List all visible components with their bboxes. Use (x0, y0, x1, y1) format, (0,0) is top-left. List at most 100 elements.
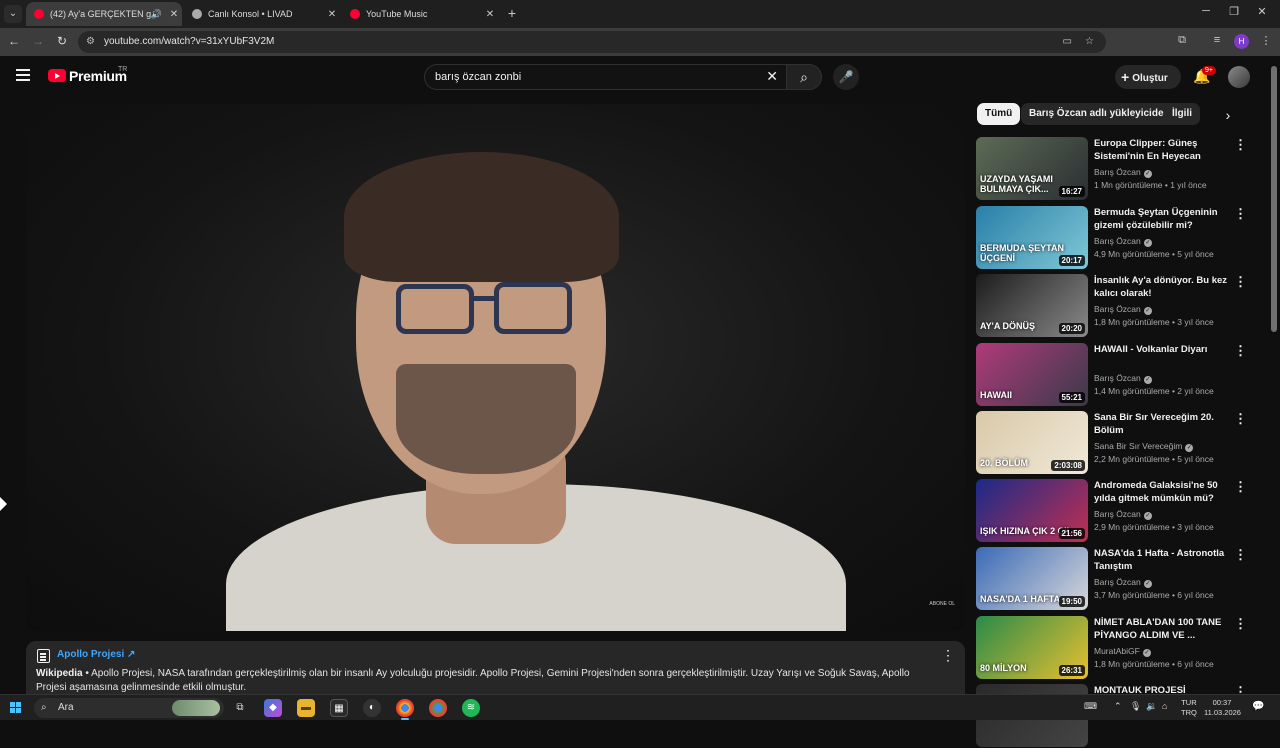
youtube-logo-icon[interactable] (48, 69, 66, 82)
more-options-icon[interactable]: ⋮ (1234, 479, 1247, 495)
speaker-icon[interactable]: 🔊 (151, 9, 162, 20)
recommended-video[interactable]: UZAYDA YAŞAMI BULMAYA ÇIK... 16:27 Europa … (976, 137, 1266, 201)
search-query[interactable]: barış özcan zonbi (435, 71, 521, 83)
search-input[interactable]: barış özcan zonbi ✕ (424, 64, 786, 90)
address-bar[interactable]: ⚙ youtube.com/watch?v=31xYUbF3V2M ▭ ☆ (78, 31, 1106, 53)
search-button[interactable]: ⌕ (786, 64, 822, 90)
chrome-icon[interactable] (396, 699, 414, 720)
recommended-video[interactable]: 80 MİLYON 26:31 NİMET ABLA'DAN 100 TANE Pİ… (976, 616, 1266, 680)
chip-all[interactable]: Tümü (977, 103, 1021, 125)
channel-name[interactable]: MuratAbiGF ✓ (1094, 646, 1151, 657)
copilot-icon[interactable]: ◆ (264, 699, 282, 717)
channel-name[interactable]: Barış Özcan ✓ (1094, 236, 1152, 247)
close-window-icon[interactable]: ✕ (1252, 5, 1272, 18)
video-thumbnail[interactable]: AY'A DÖNÜŞ 20:20 (976, 274, 1088, 337)
account-avatar[interactable] (1228, 66, 1250, 88)
more-options-icon[interactable]: ⋮ (941, 647, 955, 664)
more-options-icon[interactable]: ⋮ (1234, 274, 1247, 290)
recommended-video[interactable]: 20. BÖLÜM 2:03:08 Sana Bir Sır Vereceğim 2… (976, 411, 1266, 475)
subscribe-watermark[interactable]: ABONE OL (929, 601, 955, 607)
profile-avatar[interactable]: H (1234, 34, 1249, 49)
voice-search-mic-icon[interactable]: 🎤 (833, 64, 859, 90)
video-thumbnail[interactable]: UZAYDA YAŞAMI BULMAYA ÇIK... 16:27 (976, 137, 1088, 200)
channel-name[interactable]: Barış Özcan ✓ (1094, 373, 1152, 384)
clear-search-icon[interactable]: ✕ (766, 68, 778, 85)
video-thumbnail[interactable]: 20. BÖLÜM 2:03:08 (976, 411, 1088, 474)
extensions-icon[interactable]: ⧉ (1173, 34, 1191, 47)
video-title[interactable]: Europa Clipper: Güneş Sistemi'nin En Hey… (1094, 137, 1228, 164)
channel-name[interactable]: Barış Özcan ✓ (1094, 304, 1152, 315)
clock[interactable]: 00:37 11.03.2026 (1204, 698, 1241, 718)
video-title[interactable]: HAWAII - Volkanlar Diyarı (1094, 343, 1228, 356)
media-queue-icon[interactable]: ≡ (1208, 34, 1226, 46)
video-title[interactable]: Sana Bir Sır Vereceğim 20. Bölüm (1094, 411, 1228, 437)
network-icon[interactable]: ⌂ (1162, 701, 1167, 711)
video-title[interactable]: NİMET ABLA'DAN 100 TANE PİYANGO ALDIM VE… (1094, 616, 1228, 642)
bookmark-star-icon[interactable]: ☆ (1085, 31, 1094, 53)
video-title[interactable]: İnsanlık Ay'a dönüyor. Bu kez kalıcı ola… (1094, 274, 1228, 300)
site-info-icon[interactable]: ⚙ (86, 31, 95, 53)
volume-icon[interactable]: 🔉 (1146, 701, 1157, 712)
recommended-video[interactable]: NASA'DA 1 HAFTA 19:50 NASA'da 1 Hafta - As… (976, 547, 1266, 611)
more-options-icon[interactable]: ⋮ (1234, 411, 1247, 427)
notification-center-icon[interactable]: 💬 (1252, 701, 1264, 712)
recommended-video[interactable]: BERMUDA ŞEYTAN ÜÇGENİ 20:17 Bermuda Şeytan… (976, 206, 1266, 270)
recommended-video[interactable]: IŞIK HIZINA ÇIK 2 ÇIL 21:56 Andromeda Gala… (976, 479, 1266, 543)
page-scrollbar[interactable] (1271, 66, 1277, 332)
app-icon[interactable]: ◐ (363, 699, 381, 717)
tab-youtube-music[interactable]: YouTube Music ✕ (342, 2, 498, 26)
cast-icon[interactable]: ▭ (1063, 31, 1072, 53)
tab-canli-konsol[interactable]: Canlı Konsol • LIVAD ✕ (184, 2, 340, 26)
video-thumbnail[interactable]: 80 MİLYON 26:31 (976, 616, 1088, 679)
tab-youtube-video[interactable]: (42) Ay'a GERÇEKTEN gidildi mi? 🔊 ✕ (26, 2, 182, 26)
chip-from-uploader[interactable]: Barış Özcan adlı yükleyiciden (1021, 103, 1178, 125)
create-button[interactable]: + Oluştur (1115, 65, 1181, 89)
channel-name[interactable]: Barış Özcan ✓ (1094, 167, 1152, 178)
video-title[interactable]: Bermuda Şeytan Üçgeninin gizemi çözülebi… (1094, 206, 1228, 232)
tab-search-icon[interactable]: ⌄ (4, 5, 22, 23)
browser-toolbar: ← → ↻ ⚙ youtube.com/watch?v=31xYUbF3V2M … (0, 28, 1280, 56)
browser-menu-icon[interactable]: ⋮ (1257, 34, 1275, 47)
video-thumbnail[interactable]: NASA'DA 1 HAFTA 19:50 (976, 547, 1088, 610)
more-options-icon[interactable]: ⋮ (1234, 616, 1247, 632)
keyboard-icon[interactable]: ⌨ (1084, 701, 1097, 712)
close-tab-icon[interactable]: ✕ (324, 9, 340, 20)
video-player[interactable]: ABONE OL (26, 104, 965, 631)
video-title[interactable]: Andromeda Galaksisi'ne 50 yılda gitmek m… (1094, 479, 1228, 505)
minimize-icon[interactable]: ─ (1196, 5, 1216, 17)
info-panel-link[interactable]: Apollo Projesi ↗ (57, 649, 135, 660)
restore-icon[interactable]: ❐ (1224, 5, 1244, 18)
video-thumbnail[interactable]: IŞIK HIZINA ÇIK 2 ÇIL 21:56 (976, 479, 1088, 542)
windows-start-icon[interactable] (10, 702, 22, 714)
channel-name[interactable]: Barış Özcan ✓ (1094, 509, 1152, 520)
video-thumbnail[interactable]: HAWAII 55:21 (976, 343, 1088, 406)
more-options-icon[interactable]: ⋮ (1234, 547, 1247, 563)
close-tab-icon[interactable]: ✕ (482, 9, 498, 20)
taskbar-search[interactable]: ⌕ Ara (34, 698, 224, 718)
spotify-icon[interactable]: ≋ (462, 699, 480, 717)
back-arrow-icon[interactable]: ← (6, 34, 22, 48)
channel-name[interactable]: Sana Bir Sır Vereceğim ✓ (1094, 441, 1194, 452)
task-view-icon[interactable]: ⧉ (231, 699, 249, 717)
reload-icon[interactable]: ↻ (54, 34, 70, 48)
video-thumbnail[interactable]: BERMUDA ŞEYTAN ÜÇGENİ 20:17 (976, 206, 1088, 269)
more-options-icon[interactable]: ⋮ (1234, 343, 1247, 359)
close-tab-icon[interactable]: ✕ (166, 9, 182, 20)
chevron-right-icon[interactable]: › (1218, 107, 1238, 123)
chip-related[interactable]: İlgili (1164, 103, 1200, 125)
video-title[interactable]: NASA'da 1 Hafta - Astronotla Tanıştım (1094, 547, 1228, 573)
tray-chevron-icon[interactable]: ⌃ (1114, 701, 1122, 712)
chrome-profile-icon[interactable] (429, 699, 447, 717)
recommended-video[interactable]: AY'A DÖNÜŞ 20:20 İnsanlık Ay'a dönüyor. Bu… (976, 274, 1266, 338)
input-language[interactable]: TUR TRQ (1181, 698, 1197, 718)
forward-arrow-icon[interactable]: → (30, 34, 46, 48)
microsoft-store-icon[interactable]: ▦ (330, 699, 348, 717)
channel-name[interactable]: Barış Özcan ✓ (1094, 577, 1152, 588)
more-options-icon[interactable]: ⋮ (1234, 137, 1247, 153)
hamburger-menu-icon[interactable] (16, 69, 30, 81)
new-tab-plus-icon[interactable]: + (503, 5, 521, 21)
file-explorer-icon[interactable]: ▬ (297, 699, 315, 717)
recommended-video[interactable]: HAWAII 55:21 HAWAII - Volkanlar Diyarı Barı… (976, 343, 1266, 407)
more-options-icon[interactable]: ⋮ (1234, 206, 1247, 222)
microphone-icon[interactable]: 🎙 (1130, 701, 1141, 712)
